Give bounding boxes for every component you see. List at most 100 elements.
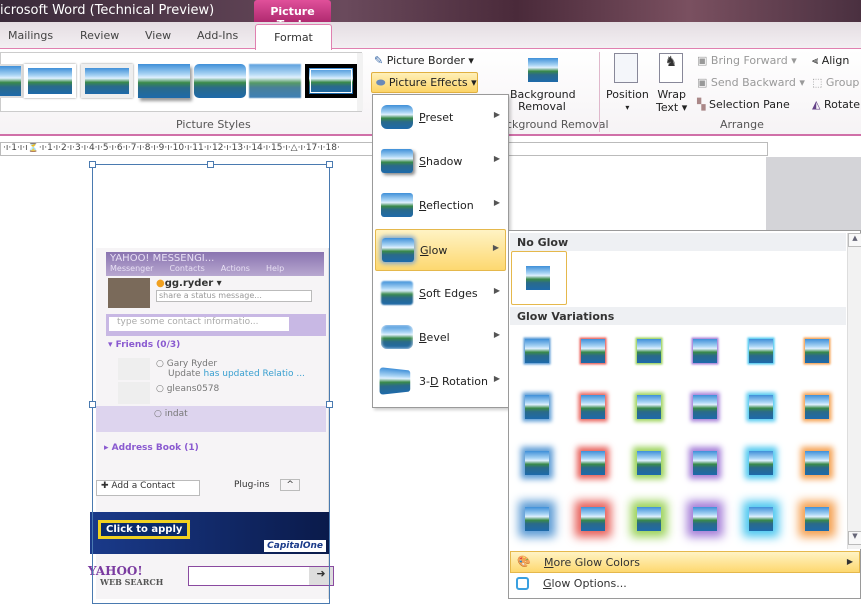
glow-variation-option[interactable] bbox=[581, 451, 605, 475]
glow-variation-option[interactable] bbox=[693, 451, 717, 475]
align-button[interactable]: ⫷ Align bbox=[812, 54, 849, 68]
send-backward-icon: ▣ bbox=[697, 76, 708, 89]
effects-item-preset[interactable]: Preset ▶ bbox=[375, 97, 506, 139]
glow-options-icon bbox=[516, 577, 529, 590]
picture-selection-box[interactable] bbox=[89, 161, 333, 604]
group-icon: ⬚ bbox=[812, 76, 823, 89]
selection-pane-button[interactable]: ▚ Selection Pane bbox=[697, 98, 790, 111]
no-glow-header: No Glow bbox=[510, 233, 846, 251]
wrap-text-icon: ♞ bbox=[659, 53, 683, 83]
scroll-down-icon[interactable]: ▼ bbox=[848, 531, 861, 545]
style-thumb[interactable] bbox=[194, 64, 246, 98]
reflection-icon bbox=[381, 193, 413, 217]
effects-item-glow[interactable]: Glow ▶ bbox=[375, 229, 506, 271]
submenu-arrow-icon: ▶ bbox=[493, 330, 500, 339]
group-button[interactable]: ⬚ Group bbox=[812, 76, 859, 89]
title-bar: icrosoft Word (Technical Preview) bbox=[0, 0, 861, 22]
background-removal-button[interactable]: Background Removal bbox=[510, 89, 576, 113]
bring-forward-button[interactable]: ▣ Bring Forward ▾ bbox=[697, 54, 797, 67]
style-thumb-selected[interactable] bbox=[305, 64, 357, 98]
submenu-arrow-icon: ▶ bbox=[493, 198, 500, 207]
selection-pane-icon: ▚ bbox=[697, 98, 706, 111]
glow-variation-option[interactable] bbox=[637, 339, 661, 363]
glow-variation-option[interactable] bbox=[805, 339, 829, 363]
glow-options-item[interactable]: Glow Options... bbox=[510, 573, 860, 595]
ribbon-tabs: Mailings Review View Add-Ins bbox=[0, 22, 861, 48]
glow-variation-option[interactable] bbox=[525, 451, 549, 475]
bevel-icon bbox=[381, 325, 413, 349]
effects-item-reflection[interactable]: Reflection ▶ bbox=[375, 185, 506, 227]
glow-variation-option[interactable] bbox=[749, 451, 773, 475]
picture-effects-button[interactable]: ⬬ Picture Effects ▾ bbox=[371, 72, 478, 93]
style-thumb[interactable] bbox=[0, 64, 23, 98]
glow-variation-option[interactable] bbox=[637, 395, 661, 419]
glow-variation-option[interactable] bbox=[749, 395, 773, 419]
bring-forward-icon: ▣ bbox=[697, 54, 708, 67]
rotate-icon: ◭ bbox=[812, 98, 821, 111]
soft-edges-icon bbox=[381, 281, 413, 305]
rotate-button[interactable]: ◭ Rotate bbox=[812, 98, 860, 111]
send-backward-button[interactable]: ▣ Send Backward ▾ bbox=[697, 76, 805, 89]
tab-add-ins[interactable]: Add-Ins bbox=[197, 29, 238, 42]
glow-variation-option[interactable] bbox=[805, 451, 829, 475]
glow-variation-option[interactable] bbox=[805, 395, 829, 419]
tab-review[interactable]: Review bbox=[80, 29, 119, 42]
glow-variation-option[interactable] bbox=[525, 339, 549, 363]
background-removal-icon bbox=[528, 58, 558, 82]
resize-handle[interactable] bbox=[326, 401, 333, 408]
style-thumb[interactable] bbox=[249, 64, 301, 98]
window-title: icrosoft Word (Technical Preview) bbox=[0, 3, 215, 18]
glow-variation-option[interactable] bbox=[749, 507, 773, 531]
wrap-text-button[interactable]: Wrap Text ▾ bbox=[656, 88, 687, 114]
glow-variation-option[interactable] bbox=[525, 395, 549, 419]
position-button[interactable]: Position ▾ bbox=[606, 88, 649, 114]
scroll-up-icon[interactable]: ▲ bbox=[848, 233, 861, 247]
glow-variation-option[interactable] bbox=[637, 507, 661, 531]
glow-variation-option[interactable] bbox=[693, 339, 717, 363]
picture-styles-gallery bbox=[0, 52, 363, 112]
effects-item-3-d-rotation[interactable]: 3-D Rotation ▶ bbox=[375, 361, 506, 403]
more-glow-colors-item[interactable]: 🎨 More Glow Colors ▶ bbox=[510, 551, 860, 573]
effects-item-soft-edges[interactable]: Soft Edges ▶ bbox=[375, 273, 506, 315]
gallery-scroll[interactable] bbox=[357, 53, 363, 111]
glow-variation-option[interactable] bbox=[749, 339, 773, 363]
effects-item-shadow[interactable]: Shadow ▶ bbox=[375, 141, 506, 183]
no-glow-option[interactable] bbox=[511, 251, 567, 305]
pencil-icon: ✎ bbox=[374, 54, 384, 67]
tab-format[interactable]: Format bbox=[255, 24, 332, 50]
picture-effects-menu: Preset ▶ Shadow ▶ Reflection ▶ Glow ▶ Soft Edges… bbox=[372, 94, 509, 408]
submenu-arrow-icon: ▶ bbox=[493, 374, 500, 383]
gallery-scrollbar[interactable]: ▲ ▼ bbox=[847, 233, 861, 549]
resize-handle[interactable] bbox=[207, 161, 214, 168]
resize-handle[interactable] bbox=[326, 161, 333, 168]
glow-variation-option[interactable] bbox=[581, 339, 605, 363]
group-label-picture-styles: Picture Styles bbox=[176, 118, 251, 131]
palette-icon: 🎨 bbox=[517, 555, 531, 568]
tab-view[interactable]: View bbox=[145, 29, 171, 42]
resize-handle[interactable] bbox=[89, 161, 96, 168]
style-thumb[interactable] bbox=[138, 64, 190, 98]
group-divider bbox=[599, 52, 600, 132]
shadow-icon bbox=[381, 149, 413, 173]
style-thumb[interactable] bbox=[81, 64, 133, 98]
align-icon: ⫷ bbox=[812, 54, 819, 67]
tab-mailings[interactable]: Mailings bbox=[8, 29, 53, 42]
glow-variation-option[interactable] bbox=[805, 507, 829, 531]
glow-variations-header: Glow Variations bbox=[510, 307, 846, 325]
glow-variation-option[interactable] bbox=[693, 507, 717, 531]
glow-variation-option[interactable] bbox=[525, 507, 549, 531]
glow-variation-option[interactable] bbox=[581, 507, 605, 531]
preset-icon bbox=[381, 105, 413, 129]
group-label-arrange: Arrange bbox=[720, 118, 764, 131]
effects-item-bevel[interactable]: Bevel ▶ bbox=[375, 317, 506, 359]
glow-variation-option[interactable] bbox=[581, 395, 605, 419]
submenu-arrow-icon: ▶ bbox=[493, 110, 500, 119]
glow-icon bbox=[382, 238, 414, 262]
glow-variation-option[interactable] bbox=[693, 395, 717, 419]
glow-variation-option[interactable] bbox=[637, 451, 661, 475]
picture-border-button[interactable]: ✎ Picture Border ▾ bbox=[374, 54, 474, 67]
style-thumb[interactable] bbox=[24, 64, 76, 98]
group-label-background-removal: ckground Removal bbox=[506, 118, 609, 131]
resize-handle[interactable] bbox=[89, 401, 96, 408]
3-d-rotation-icon bbox=[379, 367, 411, 395]
